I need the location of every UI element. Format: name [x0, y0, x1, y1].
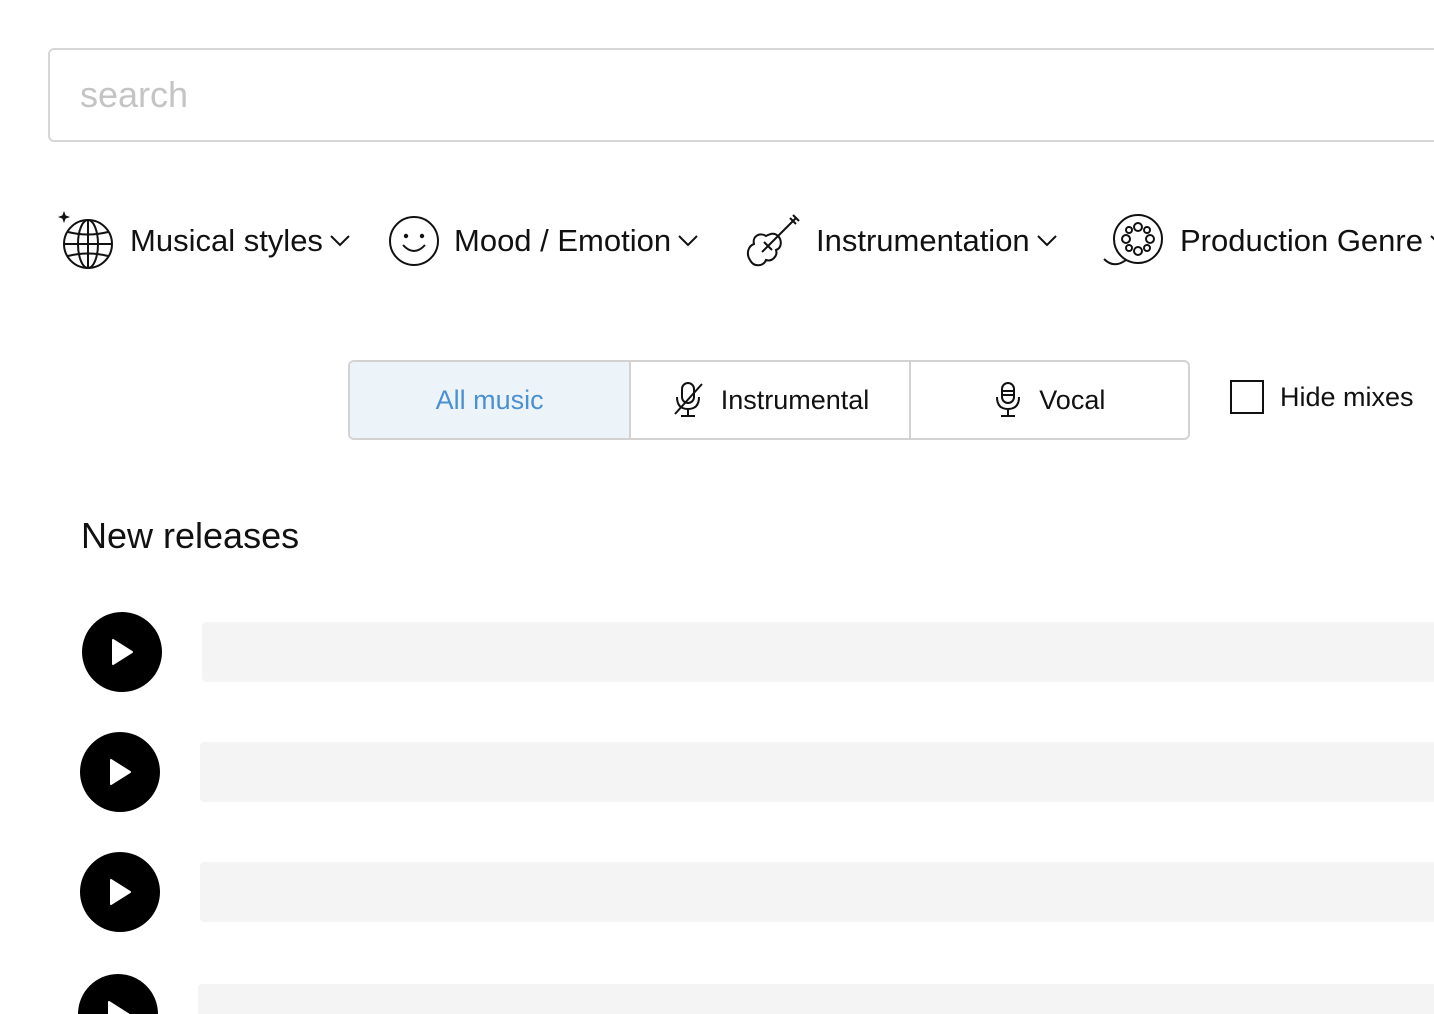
globe-sparkle-icon — [58, 211, 113, 269]
track-placeholder-bar — [200, 742, 1434, 802]
play-icon — [110, 879, 131, 905]
vocal-filter-toggle: All music Instrumental Vocal — [348, 360, 1190, 440]
filter-mood-emotion[interactable]: Mood / Emotion — [388, 210, 699, 272]
search-box[interactable] — [48, 48, 1434, 142]
track-placeholder-bar — [202, 622, 1434, 682]
track-row — [82, 612, 1434, 692]
smiley-icon — [389, 216, 439, 266]
track-placeholder-bar — [198, 984, 1434, 1014]
tab-instrumental[interactable]: Instrumental — [629, 362, 908, 438]
music-library-page: Musical styles Mood / Emotion I — [0, 0, 1434, 1014]
filter-instrumentation-label: Instrumentation — [816, 223, 1030, 258]
play-button[interactable] — [78, 974, 158, 1014]
track-row — [80, 852, 1434, 932]
tab-all-music[interactable]: All music — [350, 362, 630, 438]
chevron-down-icon — [1430, 235, 1434, 241]
play-icon — [108, 1001, 129, 1014]
track-placeholder-bar — [200, 862, 1434, 922]
chevron-down-icon — [1036, 235, 1057, 247]
microphone-icon — [996, 382, 1021, 417]
hide-mixes-toggle[interactable]: Hide mixes — [1230, 380, 1414, 414]
play-icon — [110, 759, 131, 785]
tab-vocal[interactable]: Vocal — [908, 362, 1188, 438]
microphone-off-icon — [673, 382, 703, 417]
filter-production-genre-label: Production Genre — [1180, 223, 1423, 258]
tab-vocal-label: Vocal — [1039, 384, 1106, 415]
filter-mood-emotion-label: Mood / Emotion — [454, 223, 672, 258]
tab-instrumental-label: Instrumental — [720, 384, 870, 415]
hide-mixes-checkbox[interactable] — [1230, 380, 1264, 414]
play-button[interactable] — [82, 612, 162, 692]
hide-mixes-label: Hide mixes — [1280, 381, 1414, 412]
filter-instrumentation[interactable]: Instrumentation — [744, 210, 1058, 272]
track-row — [80, 732, 1434, 812]
filter-production-genre[interactable]: Production Genre — [1102, 210, 1434, 272]
play-button[interactable] — [80, 852, 160, 932]
film-reel-icon — [1103, 214, 1163, 266]
violin-icon — [746, 214, 800, 267]
track-row — [78, 974, 1434, 1014]
filter-musical-styles[interactable]: Musical styles — [58, 210, 351, 272]
search-input[interactable] — [80, 65, 1380, 125]
play-button[interactable] — [80, 732, 160, 812]
chevron-down-icon — [678, 235, 698, 247]
chevron-down-icon — [330, 235, 350, 247]
filter-musical-styles-label: Musical styles — [130, 223, 323, 258]
section-title-new-releases: New releases — [81, 515, 300, 556]
tab-all-music-label: All music — [435, 384, 544, 415]
play-icon — [112, 639, 133, 665]
